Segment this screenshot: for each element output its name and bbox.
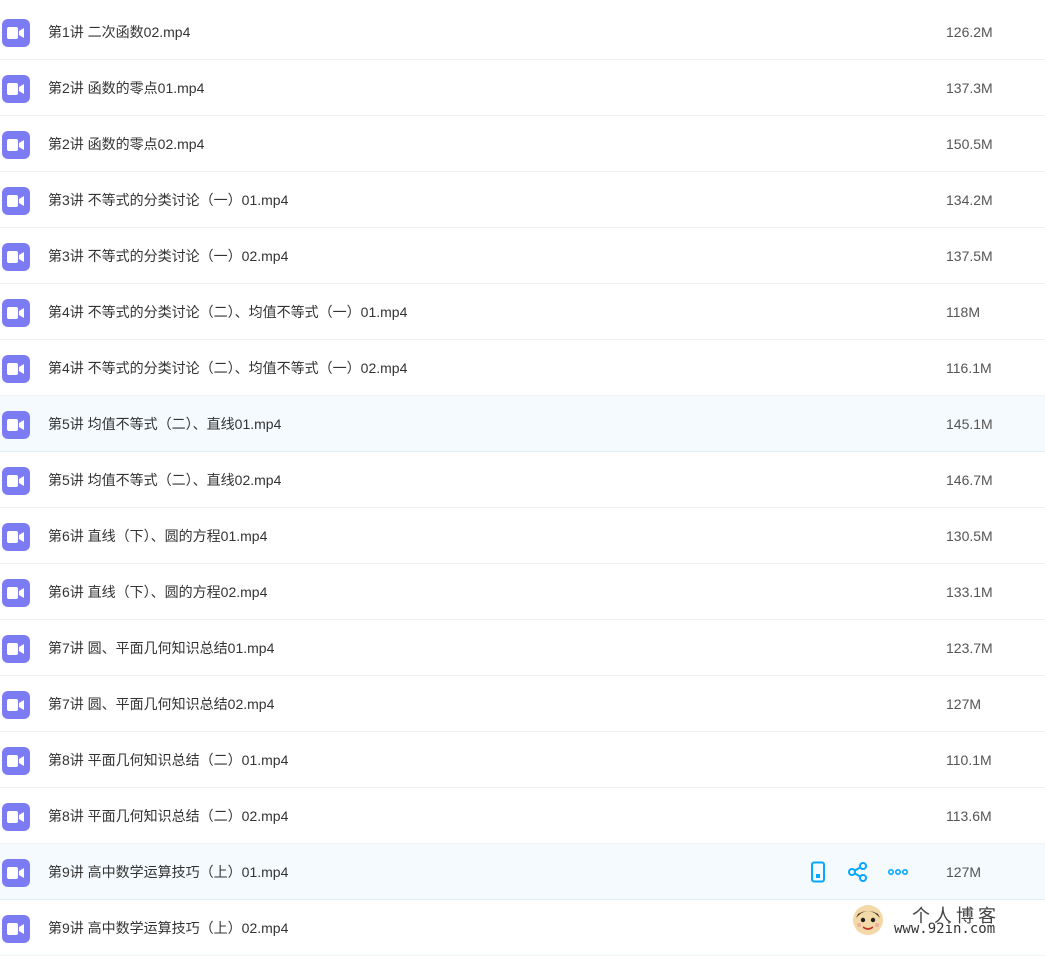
file-row[interactable]: 第2讲 函数的零点02.mp4 150.5M	[0, 116, 1045, 172]
file-size: 137.5M	[946, 248, 993, 264]
watermark: 个人博客 www.92in.com	[848, 900, 1045, 941]
file-row[interactable]: 第3讲 不等式的分类讨论（一）01.mp4 134.2M	[0, 172, 1045, 228]
video-file-icon	[2, 635, 30, 663]
file-row[interactable]: 第2讲 函数的零点01.mp4 137.3M	[0, 60, 1045, 116]
file-row[interactable]: 第4讲 不等式的分类讨论（二）、均值不等式（一）02.mp4 116.1M	[0, 340, 1045, 396]
video-camera-icon	[7, 27, 24, 39]
video-camera-icon	[7, 251, 24, 263]
file-size: 137.3M	[946, 80, 993, 96]
video-file-icon	[2, 803, 30, 831]
file-size: 134.2M	[946, 192, 993, 208]
file-name[interactable]: 第8讲 平面几何知识总结（二）01.mp4	[48, 732, 288, 788]
video-camera-icon	[7, 531, 24, 543]
file-row[interactable]: 第7讲 圆、平面几何知识总结02.mp4 127M	[0, 676, 1045, 732]
file-name[interactable]: 第9讲 高中数学运算技巧（上）01.mp4	[48, 844, 288, 900]
video-file-icon	[2, 915, 30, 943]
video-file-icon	[2, 355, 30, 383]
file-row[interactable]: 第8讲 平面几何知识总结（二）02.mp4 113.6M	[0, 788, 1045, 844]
file-name[interactable]: 第3讲 不等式的分类讨论（一）01.mp4	[48, 172, 288, 228]
file-size: 123.7M	[946, 640, 993, 656]
file-row[interactable]: 第5讲 均值不等式（二）、直线01.mp4 145.1M	[0, 396, 1045, 452]
file-size: 113.6M	[946, 808, 992, 824]
video-file-icon	[2, 523, 30, 551]
file-row[interactable]: 第6讲 直线（下）、圆的方程01.mp4 130.5M	[0, 508, 1045, 564]
share-icon	[847, 861, 869, 883]
file-size: 145.1M	[946, 416, 993, 432]
file-size: 133.1M	[946, 584, 993, 600]
file-size: 116.1M	[946, 360, 992, 376]
phone-icon	[808, 861, 828, 883]
file-row[interactable]: 第6讲 直线（下）、圆的方程02.mp4 133.1M	[0, 564, 1045, 620]
video-camera-icon	[7, 755, 24, 767]
video-camera-icon	[7, 419, 24, 431]
video-camera-icon	[7, 195, 24, 207]
file-size: 127M	[946, 696, 982, 712]
file-size: 146.7M	[946, 472, 993, 488]
more-icon	[887, 861, 909, 883]
file-name[interactable]: 第3讲 不等式的分类讨论（一）02.mp4	[48, 228, 288, 284]
file-name[interactable]: 第7讲 圆、平面几何知识总结02.mp4	[48, 676, 274, 732]
video-file-icon	[2, 691, 30, 719]
share-button[interactable]	[846, 860, 870, 884]
file-size: 126.2M	[946, 24, 993, 40]
video-camera-icon	[7, 923, 24, 935]
video-camera-icon	[7, 307, 24, 319]
file-size: 118M	[946, 304, 980, 320]
video-file-icon	[2, 579, 30, 607]
file-row[interactable]: 第3讲 不等式的分类讨论（一）02.mp4 137.5M	[0, 228, 1045, 284]
watermark-avatar-icon	[853, 905, 883, 935]
file-name[interactable]: 第9讲 高中数学运算技巧（上）02.mp4	[48, 900, 288, 956]
video-file-icon	[2, 243, 30, 271]
video-file-icon	[2, 747, 30, 775]
video-camera-icon	[7, 363, 24, 375]
video-file-icon	[2, 187, 30, 215]
file-name[interactable]: 第8讲 平面几何知识总结（二）02.mp4	[48, 788, 288, 844]
file-row[interactable]: 第4讲 不等式的分类讨论（二）、均值不等式（一）01.mp4 118M	[0, 284, 1045, 340]
file-size: 130.5M	[946, 528, 993, 544]
file-row[interactable]: 第9讲 高中数学运算技巧（上）01.mp4 127M	[0, 844, 1045, 900]
more-button[interactable]	[886, 860, 910, 884]
video-camera-icon	[7, 83, 24, 95]
video-file-icon	[2, 131, 30, 159]
file-size: 127M	[946, 864, 982, 880]
file-size: 150.5M	[946, 136, 993, 152]
video-camera-icon	[7, 475, 24, 487]
file-name[interactable]: 第2讲 函数的零点02.mp4	[48, 116, 204, 172]
video-file-icon	[2, 859, 30, 887]
file-name[interactable]: 第5讲 均值不等式（二）、直线02.mp4	[48, 452, 281, 508]
video-camera-icon	[7, 811, 24, 823]
file-row[interactable]: 第1讲 二次函数02.mp4 126.2M	[0, 4, 1045, 60]
file-name[interactable]: 第4讲 不等式的分类讨论（二）、均值不等式（一）01.mp4	[48, 284, 407, 340]
watermark-url: www.92in.com	[894, 921, 996, 937]
file-size: 110.1M	[946, 752, 992, 768]
video-camera-icon	[7, 867, 24, 879]
file-row[interactable]: 第7讲 圆、平面几何知识总结01.mp4 123.7M	[0, 620, 1045, 676]
file-name[interactable]: 第1讲 二次函数02.mp4	[48, 4, 190, 60]
file-name[interactable]: 第6讲 直线（下）、圆的方程01.mp4	[48, 508, 267, 564]
video-file-icon	[2, 19, 30, 47]
file-row[interactable]: 第8讲 平面几何知识总结（二）01.mp4 110.1M	[0, 732, 1045, 788]
file-name[interactable]: 第2讲 函数的零点01.mp4	[48, 60, 204, 116]
file-list: 第1讲 二次函数02.mp4 126.2M 第2讲 函数的零点01.mp4 137.3…	[0, 4, 1045, 956]
file-name[interactable]: 第7讲 圆、平面几何知识总结01.mp4	[48, 620, 274, 676]
video-file-icon	[2, 411, 30, 439]
video-camera-icon	[7, 139, 24, 151]
video-camera-icon	[7, 699, 24, 711]
video-camera-icon	[7, 587, 24, 599]
file-name[interactable]: 第4讲 不等式的分类讨论（二）、均值不等式（一）02.mp4	[48, 340, 407, 396]
video-file-icon	[2, 75, 30, 103]
file-row[interactable]: 第5讲 均值不等式（二）、直线02.mp4 146.7M	[0, 452, 1045, 508]
file-name[interactable]: 第5讲 均值不等式（二）、直线01.mp4	[48, 396, 281, 452]
send-to-phone-button[interactable]	[806, 860, 830, 884]
video-file-icon	[2, 299, 30, 327]
video-camera-icon	[7, 643, 24, 655]
file-name[interactable]: 第6讲 直线（下）、圆的方程02.mp4	[48, 564, 267, 620]
row-actions	[806, 860, 926, 884]
video-file-icon	[2, 467, 30, 495]
